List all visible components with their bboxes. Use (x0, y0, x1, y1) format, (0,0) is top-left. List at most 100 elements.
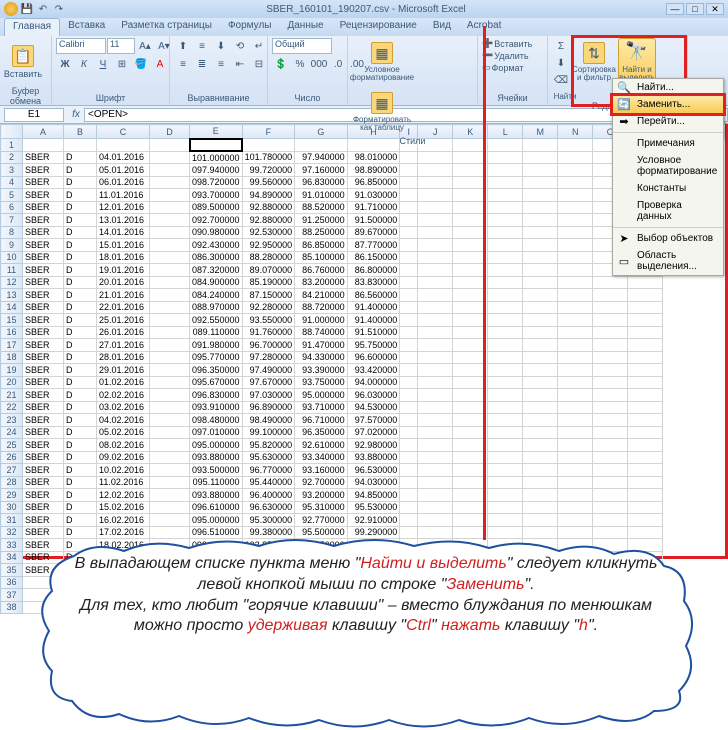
empty-cell[interactable] (418, 301, 453, 314)
empty-cell[interactable] (418, 339, 453, 352)
empty-cell[interactable] (558, 351, 593, 364)
tab-Рецензирование[interactable]: Рецензирование (332, 18, 425, 36)
empty-cell[interactable] (593, 489, 628, 502)
cell-9-5[interactable]: 92.950000 (242, 239, 295, 252)
empty-cell[interactable] (593, 414, 628, 427)
empty-cell[interactable] (418, 464, 453, 477)
cell-20-0[interactable]: SBER (23, 376, 64, 389)
empty-cell[interactable] (400, 514, 418, 527)
cell-21-1[interactable]: D (64, 389, 97, 402)
cell-28-3[interactable] (150, 476, 190, 489)
empty-cell[interactable] (418, 151, 453, 164)
empty-cell[interactable] (523, 426, 558, 439)
cell-5-6[interactable]: 91.010000 (295, 189, 348, 202)
empty-cell[interactable] (488, 389, 523, 402)
empty-cell[interactable] (558, 414, 593, 427)
dd-cond[interactable]: Условное форматирование (613, 152, 723, 180)
empty-cell[interactable] (628, 339, 663, 352)
cell-26-2[interactable]: 09.02.2016 (97, 451, 150, 464)
empty-cell[interactable] (418, 376, 453, 389)
col-header-E[interactable]: E (190, 125, 243, 139)
cell-24-3[interactable] (150, 426, 190, 439)
empty-cell[interactable] (593, 514, 628, 527)
empty-cell[interactable] (523, 501, 558, 514)
empty-cell[interactable] (628, 501, 663, 514)
cell-14-4[interactable]: 088.970000 (190, 301, 243, 314)
cell-19-5[interactable]: 97.490000 (242, 364, 295, 377)
dd-valid[interactable]: Проверка данных (613, 197, 723, 225)
cell-9-4[interactable]: 092.430000 (190, 239, 243, 252)
empty-cell[interactable] (488, 476, 523, 489)
empty-cell[interactable] (523, 214, 558, 227)
cell-3-7[interactable]: 98.890000 (347, 164, 400, 177)
empty-cell[interactable] (488, 226, 523, 239)
row-header-25[interactable]: 25 (1, 439, 23, 452)
cell-15-4[interactable]: 092.550000 (190, 314, 243, 327)
empty-cell[interactable] (558, 151, 593, 164)
cell-27-7[interactable]: 96.530000 (347, 464, 400, 477)
cell-21-6[interactable]: 95.000000 (295, 389, 348, 402)
empty-cell[interactable] (593, 389, 628, 402)
cell-10-5[interactable]: 88.280000 (242, 251, 295, 264)
currency-icon[interactable]: 💲 (272, 56, 290, 72)
empty-cell[interactable] (418, 476, 453, 489)
cell-12-4[interactable]: 084.900000 (190, 276, 243, 289)
qat-save-icon[interactable]: 💾 (20, 2, 34, 16)
cell-17-1[interactable]: D (64, 339, 97, 352)
empty-cell[interactable] (418, 276, 453, 289)
cell-4-2[interactable]: 06.01.2016 (97, 176, 150, 189)
row-header-23[interactable]: 23 (1, 414, 23, 427)
empty-cell[interactable] (400, 214, 418, 227)
percent-icon[interactable]: % (291, 56, 309, 72)
cell-5-0[interactable]: SBER (23, 189, 64, 202)
empty-cell[interactable] (558, 139, 593, 152)
row-header-14[interactable]: 14 (1, 301, 23, 314)
cell-24-0[interactable]: SBER (23, 426, 64, 439)
cell-27-0[interactable]: SBER (23, 464, 64, 477)
empty-cell[interactable] (558, 164, 593, 177)
empty-cell[interactable] (523, 376, 558, 389)
bold-icon[interactable]: Ж (56, 56, 74, 72)
empty-cell[interactable] (558, 314, 593, 327)
cell-18-6[interactable]: 94.330000 (295, 351, 348, 364)
row-header-22[interactable]: 22 (1, 401, 23, 414)
cell-9-0[interactable]: SBER (23, 239, 64, 252)
cell-4-7[interactable]: 96.850000 (347, 176, 400, 189)
cell-29-1[interactable]: D (64, 489, 97, 502)
cell-20-4[interactable]: 095.670000 (190, 376, 243, 389)
cell-12-2[interactable]: 20.01.2016 (97, 276, 150, 289)
empty-cell[interactable] (488, 351, 523, 364)
empty-cell[interactable] (488, 501, 523, 514)
empty-cell[interactable] (593, 501, 628, 514)
cell-6-2[interactable]: 12.01.2016 (97, 201, 150, 214)
cell-2-4[interactable]: 101.000000 (190, 151, 243, 164)
empty-cell[interactable] (488, 464, 523, 477)
cell-20-2[interactable]: 01.02.2016 (97, 376, 150, 389)
empty-cell[interactable] (418, 176, 453, 189)
empty-cell[interactable] (593, 376, 628, 389)
empty-cell[interactable] (558, 276, 593, 289)
dd-const[interactable]: Константы (613, 180, 723, 197)
cell-19-0[interactable]: SBER (23, 364, 64, 377)
empty-cell[interactable] (558, 376, 593, 389)
empty-cell[interactable] (488, 301, 523, 314)
empty-cell[interactable] (523, 176, 558, 189)
cell-18-3[interactable] (150, 351, 190, 364)
row-header-1[interactable]: 1 (1, 139, 23, 152)
row-header-30[interactable]: 30 (1, 501, 23, 514)
cell-19-6[interactable]: 93.390000 (295, 364, 348, 377)
empty-cell[interactable] (400, 289, 418, 302)
cell-23-3[interactable] (150, 414, 190, 427)
empty-cell[interactable] (558, 289, 593, 302)
cell-25-2[interactable]: 08.02.2016 (97, 439, 150, 452)
empty-cell[interactable] (418, 351, 453, 364)
cell-15-7[interactable]: 91.400000 (347, 314, 400, 327)
empty-cell[interactable] (558, 476, 593, 489)
empty-cell[interactable] (558, 201, 593, 214)
cell-16-4[interactable]: 089.110000 (190, 326, 243, 339)
cell-10-6[interactable]: 85.100000 (295, 251, 348, 264)
grow-font-icon[interactable]: A▴ (136, 38, 154, 54)
cell-29-0[interactable]: SBER (23, 489, 64, 502)
cell-30-7[interactable]: 95.530000 (347, 501, 400, 514)
cell-4-1[interactable]: D (64, 176, 97, 189)
